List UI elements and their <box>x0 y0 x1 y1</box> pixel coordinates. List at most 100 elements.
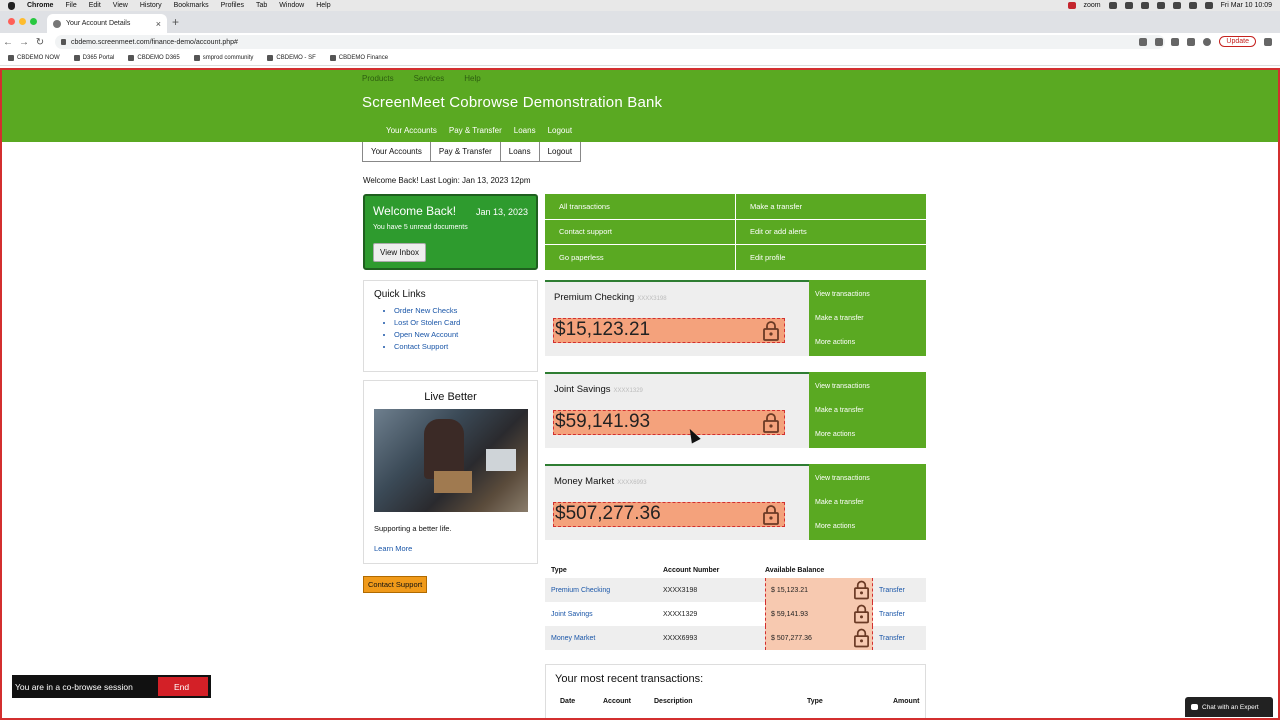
last-login-text: Welcome Back! Last Login: Jan 13, 2023 1… <box>363 176 531 185</box>
account-name: Money Market <box>554 476 615 487</box>
reload-icon[interactable]: ↻ <box>32 37 48 48</box>
bookmark-item[interactable]: CBDEMO D365 <box>128 55 180 61</box>
header-type: Type <box>551 566 567 574</box>
account-type-link[interactable]: Joint Savings <box>545 611 663 618</box>
bank-title: ScreenMeet Cobrowse Demonstration Bank <box>362 94 663 111</box>
make-transfer-link[interactable]: Make a transfer <box>736 194 926 219</box>
menu-view[interactable]: View <box>113 2 128 9</box>
header-nav-logout[interactable]: Logout <box>548 126 572 135</box>
transfer-link[interactable]: Transfer <box>873 611 926 618</box>
forward-icon[interactable]: → <box>16 37 32 48</box>
account-number: XXXX3198 <box>663 586 698 594</box>
menu-app-name[interactable]: Chrome <box>27 2 53 9</box>
close-window-icon[interactable] <box>8 18 15 25</box>
learn-more-link[interactable]: Learn More <box>374 544 527 553</box>
edit-profile-link[interactable]: Edit profile <box>736 245 926 270</box>
account-type-link[interactable]: Premium Checking <box>545 587 663 594</box>
make-transfer-link[interactable]: Make a transfer <box>815 407 920 414</box>
tab-pay-transfer[interactable]: Pay & Transfer <box>429 142 501 162</box>
menu-file[interactable]: File <box>65 2 76 9</box>
nav-products[interactable]: Products <box>362 74 394 83</box>
header-nav: Your Accounts Pay & Transfer Loans Logou… <box>386 126 572 135</box>
chat-with-expert-button[interactable]: Chat with an Expert <box>1185 697 1273 717</box>
bookmark-item[interactable]: CBDEMO NOW <box>8 55 60 61</box>
record-icon[interactable] <box>1067 2 1076 9</box>
close-tab-icon[interactable]: × <box>156 19 161 29</box>
more-actions-link[interactable]: More actions <box>815 431 920 438</box>
bookmark-item[interactable]: smprod community <box>193 55 253 61</box>
view-transactions-link[interactable]: View transactions <box>815 383 920 390</box>
header-nav-your-accounts[interactable]: Your Accounts <box>386 126 437 135</box>
edit-alerts-link[interactable]: Edit or add alerts <box>736 219 926 245</box>
extensions-icon[interactable] <box>1171 37 1180 46</box>
minimize-window-icon[interactable] <box>19 18 26 25</box>
menu-tab[interactable]: Tab <box>256 2 267 9</box>
maximize-window-icon[interactable] <box>30 18 37 25</box>
new-tab-icon[interactable]: + <box>172 15 179 29</box>
tab-logout[interactable]: Logout <box>538 142 582 162</box>
search-icon[interactable] <box>1188 2 1197 9</box>
zoom-status[interactable]: zoom <box>1084 2 1101 9</box>
menu-clock[interactable]: Fri Mar 10 10:09 <box>1221 2 1272 9</box>
header-nav-pay-transfer[interactable]: Pay & Transfer <box>449 126 502 135</box>
all-transactions-link[interactable]: All transactions <box>545 194 735 219</box>
control-center-icon[interactable] <box>1204 2 1213 9</box>
go-paperless-link[interactable]: Go paperless <box>545 245 735 270</box>
view-inbox-button[interactable]: View Inbox <box>373 243 426 262</box>
more-actions-link[interactable]: More actions <box>815 523 920 530</box>
masked-balance: $15,123.21 <box>553 318 785 343</box>
transfer-link[interactable]: Transfer <box>873 635 926 642</box>
contact-support-link[interactable]: Contact support <box>545 219 735 245</box>
nav-services[interactable]: Services <box>414 74 445 83</box>
account-mask: XXXX6993 <box>617 480 647 486</box>
more-actions-link[interactable]: More actions <box>815 339 920 346</box>
apple-icon[interactable] <box>8 1 15 10</box>
quick-link-open-account[interactable]: Open New Account <box>394 329 527 341</box>
bookmark-item[interactable]: CBDEMO - SF <box>267 55 316 61</box>
status-icon[interactable] <box>1124 2 1133 9</box>
browser-tab[interactable]: Your Account Details × <box>47 14 167 33</box>
live-better-title: Live Better <box>424 391 477 403</box>
status-icon[interactable] <box>1140 2 1149 9</box>
bookmark-item[interactable]: D365 Portal <box>73 55 114 61</box>
battery-icon[interactable] <box>1156 2 1165 9</box>
menu-history[interactable]: History <box>140 2 162 9</box>
account-name: Joint Savings <box>554 384 611 395</box>
menu-help[interactable]: Help <box>316 2 330 9</box>
bookmark-star-icon[interactable] <box>1155 37 1164 46</box>
account-type-link[interactable]: Money Market <box>545 635 663 642</box>
transfer-link[interactable]: Transfer <box>873 587 926 594</box>
contact-support-button[interactable]: Contact Support <box>363 576 428 593</box>
menu-edit[interactable]: Edit <box>89 2 101 9</box>
menu-bookmarks[interactable]: Bookmarks <box>174 2 209 9</box>
status-icon[interactable] <box>1108 2 1117 9</box>
menu-profiles[interactable]: Profiles <box>221 2 244 9</box>
quick-link-contact-support[interactable]: Contact Support <box>394 341 527 353</box>
share-icon[interactable] <box>1139 37 1148 46</box>
quick-link-order-checks[interactable]: Order New Checks <box>394 305 527 317</box>
view-transactions-link[interactable]: View transactions <box>815 291 920 298</box>
bookmark-item[interactable]: CBDEMO Finance <box>329 55 388 61</box>
tab-loans[interactable]: Loans <box>499 142 540 162</box>
lock-icon <box>854 604 869 624</box>
make-transfer-link[interactable]: Make a transfer <box>815 499 920 506</box>
end-session-button[interactable]: End <box>158 677 208 696</box>
more-menu-icon[interactable] <box>1264 37 1272 46</box>
wifi-icon[interactable] <box>1172 2 1181 9</box>
table-row: Joint Savings XXXX1329 $ 59,141.93 Trans… <box>545 602 926 626</box>
sidebar-icon[interactable] <box>1187 37 1196 46</box>
header-nav-loans[interactable]: Loans <box>514 126 536 135</box>
quick-link-lost-card[interactable]: Lost Or Stolen Card <box>394 317 527 329</box>
tab-your-accounts[interactable]: Your Accounts <box>362 142 431 162</box>
lock-icon <box>61 39 66 45</box>
address-bar[interactable]: cbdemo.screenmeet.com/finance-demo/accou… <box>55 35 1165 49</box>
menu-window[interactable]: Window <box>279 2 304 9</box>
nav-help[interactable]: Help <box>464 74 480 83</box>
make-transfer-link[interactable]: Make a transfer <box>815 315 920 322</box>
view-transactions-link[interactable]: View transactions <box>815 475 920 482</box>
back-icon[interactable]: ← <box>0 37 16 48</box>
accounts-table: Type Account Number Available Balance Pr… <box>545 562 926 650</box>
live-better-card: Live Better Supporting a better life. Le… <box>363 380 538 564</box>
update-button[interactable]: Update <box>1219 36 1256 47</box>
profile-avatar-icon[interactable] <box>1203 37 1212 46</box>
